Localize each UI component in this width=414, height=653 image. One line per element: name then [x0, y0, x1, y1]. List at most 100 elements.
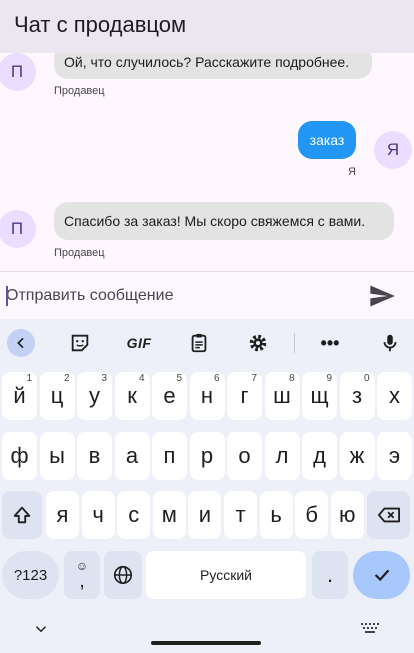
key[interactable]: п [152, 432, 187, 480]
language-key[interactable] [104, 551, 142, 599]
key[interactable]: ч [81, 491, 115, 539]
key-label: ю [339, 502, 356, 527]
key-label: ч [92, 502, 104, 527]
message-input-bar [0, 271, 414, 320]
key-label: п [163, 443, 176, 468]
key[interactable]: щ9 [302, 372, 337, 420]
key[interactable]: ц2 [39, 372, 75, 420]
key-label: к [127, 383, 137, 408]
key-hint: 4 [138, 373, 145, 384]
keyboard-switch-button[interactable] [360, 622, 380, 638]
message-sender: Продавец [54, 85, 105, 97]
key[interactable]: а [114, 432, 150, 480]
key-hint: 9 [326, 373, 332, 384]
key[interactable]: я [46, 491, 79, 539]
key[interactable]: м [152, 491, 186, 539]
sticker-icon [71, 334, 89, 352]
key-label: щ [310, 383, 329, 408]
key-hint: 7 [251, 373, 257, 384]
message-input[interactable] [6, 281, 346, 311]
home-indicator[interactable] [151, 641, 261, 645]
key[interactable]: е5 [152, 372, 187, 420]
key[interactable]: ы [39, 432, 75, 480]
symbols-key[interactable]: ?123 [2, 551, 59, 599]
key[interactable]: э [377, 432, 412, 480]
toolbar-divider [294, 333, 295, 353]
key[interactable]: к4 [114, 372, 150, 420]
key-label: т [235, 502, 246, 527]
key-hint: 1 [26, 373, 32, 384]
key[interactable]: с [117, 491, 151, 539]
page-title: Чат с продавцом [14, 12, 187, 37]
message-sender: Я [348, 166, 356, 178]
key[interactable]: х [377, 372, 412, 420]
key-label: о [238, 443, 251, 468]
key[interactable]: у3 [77, 372, 112, 420]
gif-button[interactable]: GIF [125, 329, 153, 357]
key-label: з [351, 383, 363, 408]
message-text: заказ [309, 132, 345, 148]
sticker-button[interactable] [66, 329, 94, 357]
comma-label: , [79, 570, 85, 592]
chevron-down-icon [35, 626, 47, 633]
key-label: ф [10, 443, 29, 468]
key[interactable]: ь [259, 491, 293, 539]
key-label: х [389, 383, 400, 408]
avatar: П [0, 210, 36, 248]
message-text: Спасибо за заказ! Мы скоро свяжемся с ва… [64, 213, 366, 229]
message-bubble-incoming: Ой, что случилось? Расскажите подробнее. [54, 53, 372, 79]
message-bubble-incoming: Спасибо за заказ! Мы скоро свяжемся с ва… [54, 202, 394, 240]
key-label: и [198, 502, 212, 527]
emoji-comma-key[interactable]: ☺ , [64, 551, 100, 599]
keyboard: GIF ••• й1ц2у3к4е5н6г7ш8щ9з0х фывапролдж… [0, 319, 414, 653]
backspace-key[interactable] [367, 491, 410, 539]
key-label: г [240, 383, 249, 408]
key-label: с [128, 502, 140, 527]
key[interactable]: ю [330, 491, 364, 539]
enter-key[interactable] [353, 551, 410, 599]
key-label: ы [49, 443, 65, 468]
key[interactable]: о [227, 432, 262, 480]
back-button[interactable] [7, 329, 35, 357]
key[interactable]: ж [339, 432, 375, 480]
hide-keyboard-button[interactable] [32, 620, 50, 638]
key-label: в [88, 443, 101, 468]
key-label: э [388, 443, 401, 468]
period-key[interactable]: . [312, 551, 348, 599]
key[interactable]: ф [2, 432, 37, 480]
key-label: м [161, 502, 177, 527]
settings-button[interactable] [244, 329, 272, 357]
chevron-left-icon [17, 337, 24, 349]
app-bar: Чат с продавцом [0, 0, 414, 53]
clipboard-icon [191, 333, 207, 353]
key-hint: 6 [213, 373, 220, 384]
key[interactable]: т [224, 491, 257, 539]
shift-key[interactable] [2, 491, 42, 539]
voice-input-button[interactable] [376, 329, 404, 357]
globe-icon [113, 565, 133, 585]
send-icon [370, 285, 395, 307]
space-key[interactable]: Русский [146, 551, 306, 599]
more-button[interactable]: ••• [316, 329, 344, 357]
chat-list: П Ой, что случилось? Расскажите подробне… [0, 53, 414, 271]
key[interactable]: л [264, 432, 300, 480]
key-hint: 2 [63, 373, 70, 384]
key-hint: 5 [176, 373, 182, 384]
gear-icon [249, 334, 267, 352]
key[interactable]: з0 [339, 372, 375, 420]
key-label: л [275, 443, 289, 468]
key-label: а [125, 443, 139, 468]
key[interactable]: н6 [189, 372, 225, 420]
key[interactable]: д [302, 432, 337, 480]
key[interactable]: р [189, 432, 225, 480]
key[interactable]: г7 [227, 372, 262, 420]
clipboard-button[interactable] [185, 329, 213, 357]
key[interactable]: й1 [2, 372, 37, 420]
key[interactable]: б [295, 491, 329, 539]
key[interactable]: и [188, 491, 222, 539]
key-label: р [200, 443, 214, 468]
key[interactable]: ш8 [264, 372, 300, 420]
send-button[interactable] [368, 282, 396, 310]
message-bubble-outgoing: заказ [298, 121, 356, 159]
key[interactable]: в [77, 432, 112, 480]
